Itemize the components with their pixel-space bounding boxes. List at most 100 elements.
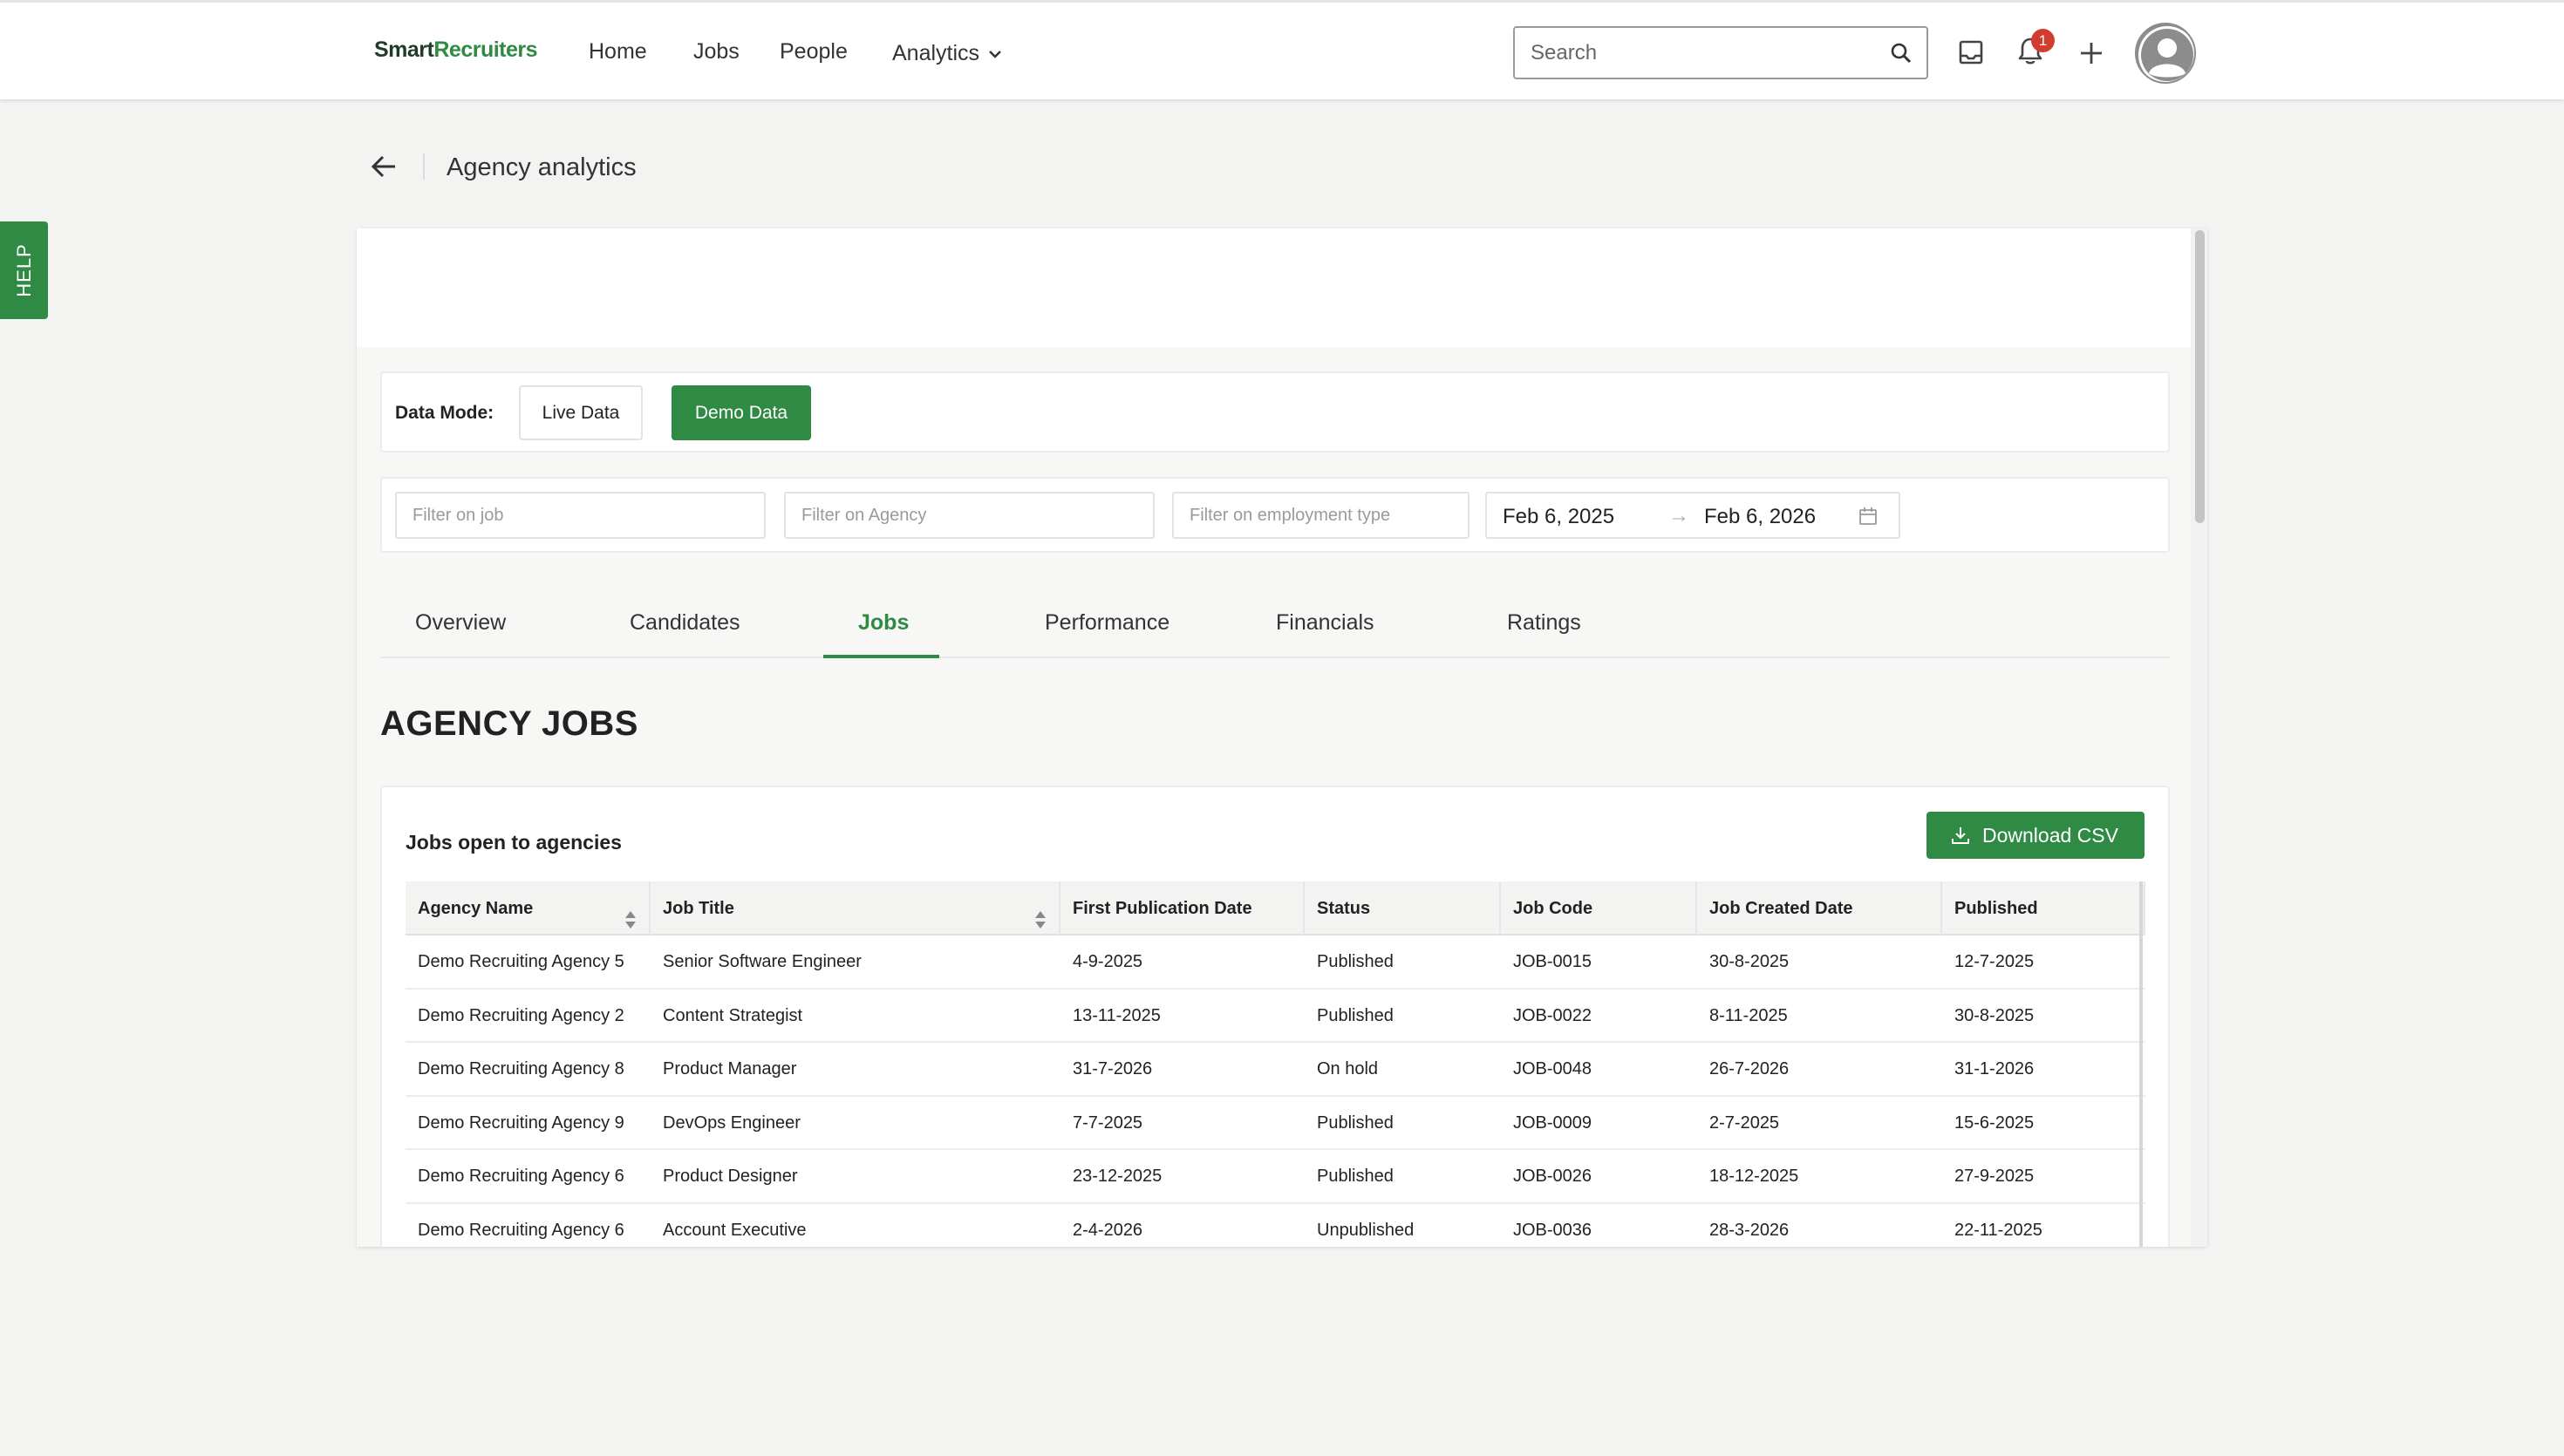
cell-job-code: JOB-0036 [1513, 1220, 1592, 1240]
cell-first-publication-date: 7-7-2025 [1073, 1112, 1143, 1133]
cell-job-title: Senior Software Engineer [663, 952, 862, 971]
cell-agency-name: Demo Recruiting Agency 2 [418, 1005, 624, 1025]
tab-ratings[interactable]: Ratings [1507, 610, 1581, 636]
column-header-job-code[interactable]: Job Code [1501, 881, 1697, 936]
column-header-agency-name[interactable]: Agency Name [406, 881, 651, 936]
cell-job-created-date: 30-8-2025 [1709, 952, 1790, 971]
cell-first-publication-date: 13-11-2025 [1073, 1005, 1161, 1025]
tab-performance[interactable]: Performance [1045, 610, 1169, 636]
calendar-icon[interactable] [1858, 507, 1878, 530]
filter-agency-input[interactable] [784, 492, 1155, 539]
help-tab[interactable]: HELP [0, 221, 48, 319]
tab-candidates[interactable]: Candidates [630, 610, 740, 636]
cell-job-code: JOB-0015 [1513, 952, 1592, 971]
column-header-published[interactable]: Published [1942, 881, 2145, 936]
nav-analytics-menu[interactable]: Analytics [892, 39, 1002, 66]
cell-first-publication-date: 4-9-2025 [1073, 952, 1143, 971]
nav-jobs-link[interactable]: Jobs [693, 39, 740, 65]
column-header-first-publication-date[interactable]: First Publication Date [1060, 881, 1305, 936]
nav-home-link[interactable]: Home [589, 39, 647, 65]
add-plus-icon[interactable] [2079, 41, 2104, 70]
card-scrollbar-thumb[interactable] [2195, 230, 2205, 523]
cell-job-created-date: 28-3-2026 [1709, 1220, 1790, 1240]
nav-analytics-label: Analytics [892, 41, 980, 65]
filter-panel: Feb 6, 2025 → Feb 6, 2026 [380, 477, 2170, 553]
table-row[interactable]: Demo Recruiting Agency 6 Product Designe… [406, 1150, 2145, 1204]
inbox-icon[interactable] [1958, 39, 1984, 70]
tab-overview[interactable]: Overview [415, 610, 506, 636]
cell-job-title: Product Designer [663, 1167, 798, 1186]
help-tab-label: HELP [12, 243, 35, 297]
cell-job-title: Account Executive [663, 1220, 807, 1240]
table-scrollbar[interactable] [2139, 881, 2143, 1247]
table-row[interactable]: Demo Recruiting Agency 8 Product Manager… [406, 1043, 2145, 1097]
cell-job-created-date: 18-12-2025 [1709, 1167, 1799, 1186]
cell-published: 22-11-2025 [1954, 1220, 2042, 1240]
column-header-job-created-date[interactable]: Job Created Date [1697, 881, 1942, 936]
cell-job-created-date: 26-7-2026 [1709, 1059, 1790, 1078]
tab-jobs[interactable]: Jobs [858, 610, 909, 636]
cell-first-publication-date: 2-4-2026 [1073, 1220, 1143, 1240]
card-scrollbar[interactable] [2191, 228, 2207, 1247]
cell-job-code: JOB-0048 [1513, 1059, 1592, 1078]
cell-published: 31-1-2026 [1954, 1059, 2035, 1078]
filter-job-input[interactable] [395, 492, 766, 539]
cell-agency-name: Demo Recruiting Agency 8 [418, 1059, 624, 1078]
cell-agency-name: Demo Recruiting Agency 9 [418, 1112, 624, 1133]
active-tab-indicator [823, 655, 939, 658]
cell-published: 30-8-2025 [1954, 1005, 2035, 1025]
nav-people-link[interactable]: People [780, 39, 848, 65]
search-box [1513, 26, 1928, 79]
table-row[interactable]: Demo Recruiting Agency 6 Account Executi… [406, 1204, 2145, 1248]
cell-job-code: JOB-0009 [1513, 1112, 1592, 1133]
chevron-down-icon [988, 39, 1002, 65]
smartrecruiters-logo[interactable]: SmartRecruiters [374, 37, 538, 63]
cell-job-code: JOB-0022 [1513, 1005, 1592, 1025]
cell-first-publication-date: 23-12-2025 [1073, 1167, 1163, 1186]
cell-status: On hold [1317, 1059, 1379, 1078]
column-header-label: Job Title [663, 899, 734, 918]
search-input[interactable] [1531, 38, 1871, 68]
back-arrow-icon[interactable] [370, 153, 398, 184]
cell-published: 12-7-2025 [1954, 952, 2035, 971]
demo-data-button[interactable]: Demo Data [672, 385, 811, 440]
analytics-tabs: Overview Candidates Jobs Performance Fin… [380, 586, 2170, 658]
cell-job-title: Product Manager [663, 1059, 797, 1078]
cell-first-publication-date: 31-7-2026 [1073, 1059, 1153, 1078]
date-range-end[interactable]: Feb 6, 2026 [1704, 505, 1816, 529]
column-header-status[interactable]: Status [1305, 881, 1501, 936]
page-title: Agency analytics [447, 153, 637, 181]
download-csv-label: Download CSV [1982, 824, 2118, 847]
cell-status: Published [1317, 952, 1394, 971]
logo-text-smart: Smart [374, 37, 434, 62]
table-header: Agency Name Job Title First Publication … [406, 881, 2145, 936]
filter-employment-type-input[interactable] [1172, 492, 1470, 539]
card-header-area [357, 228, 2191, 347]
logo-text-recruiters: Recruiters [433, 37, 538, 62]
data-mode-label: Data Mode: [395, 403, 494, 423]
notification-count-badge: 1 [2031, 29, 2055, 52]
data-mode-panel: Data Mode: Live Data Demo Data [380, 371, 2170, 452]
date-range-picker[interactable]: Feb 6, 2025 → Feb 6, 2026 [1485, 492, 1900, 539]
cell-published: 27-9-2025 [1954, 1167, 2035, 1186]
cell-agency-name: Demo Recruiting Agency 6 [418, 1167, 624, 1186]
cell-job-title: DevOps Engineer [663, 1112, 801, 1133]
jobs-panel-title: Jobs open to agencies [406, 831, 622, 854]
table-row[interactable]: Demo Recruiting Agency 5 Senior Software… [406, 936, 2145, 990]
live-data-button[interactable]: Live Data [519, 385, 643, 440]
cell-agency-name: Demo Recruiting Agency 5 [418, 952, 624, 971]
download-csv-button[interactable]: Download CSV [1926, 812, 2145, 859]
column-header-job-title[interactable]: Job Title [651, 881, 1060, 936]
cell-status: Published [1317, 1005, 1394, 1025]
cell-published: 15-6-2025 [1954, 1112, 2035, 1133]
table-row[interactable]: Demo Recruiting Agency 9 DevOps Engineer… [406, 1097, 2145, 1150]
section-title: AGENCY JOBS [380, 704, 638, 743]
cell-job-created-date: 8-11-2025 [1709, 1005, 1788, 1025]
search-icon[interactable] [1890, 42, 1913, 69]
date-range-start[interactable]: Feb 6, 2025 [1503, 505, 1614, 529]
cell-agency-name: Demo Recruiting Agency 6 [418, 1220, 624, 1240]
cell-job-title: Content Strategist [663, 1005, 803, 1025]
user-avatar[interactable] [2135, 23, 2196, 84]
tab-financials[interactable]: Financials [1276, 610, 1374, 636]
table-row[interactable]: Demo Recruiting Agency 2 Content Strateg… [406, 990, 2145, 1043]
